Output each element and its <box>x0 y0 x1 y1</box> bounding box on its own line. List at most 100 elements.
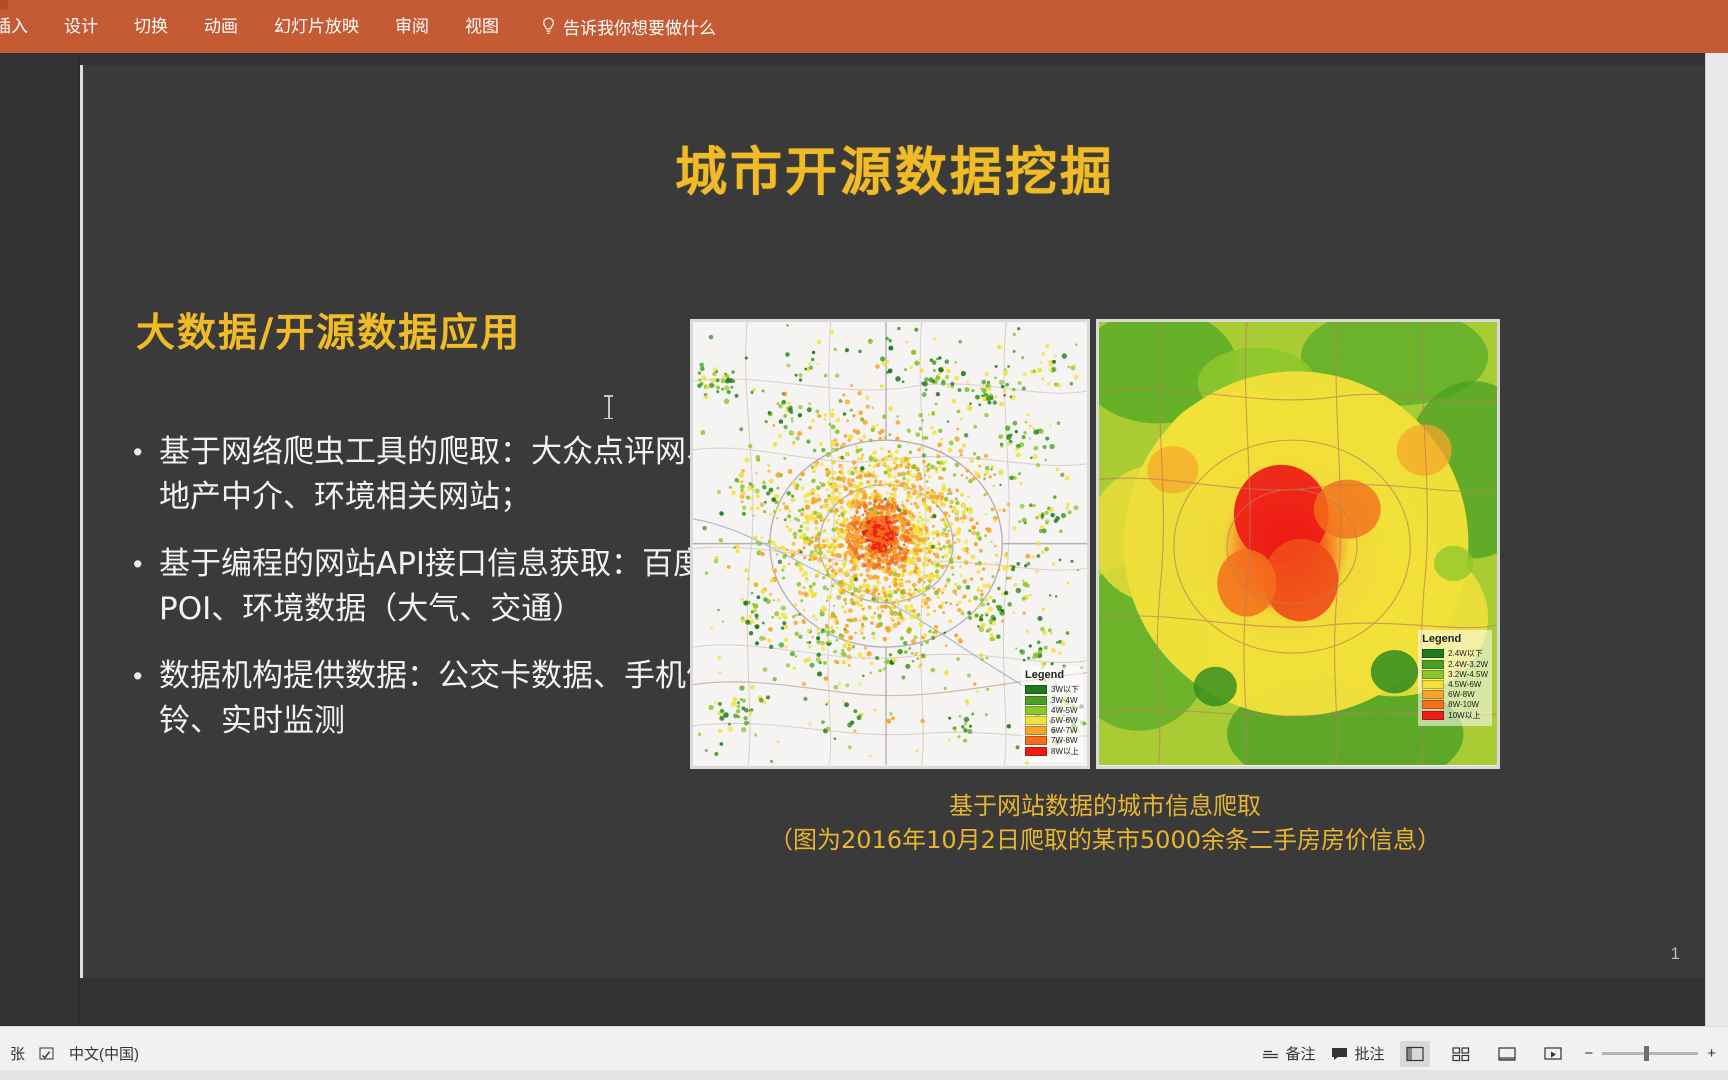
legend-row: 6W-7W <box>1025 726 1079 735</box>
bullet-item[interactable]: • 数据机构提供数据：公交卡数据、手机信铃、实时监测 <box>133 654 763 744</box>
legend-row: 10W以上 <box>1422 710 1488 721</box>
legend-swatch <box>1422 711 1445 720</box>
slide-title[interactable]: 城市开源数据挖掘 <box>83 130 1704 205</box>
bullet-marker-icon: • <box>133 437 143 467</box>
ribbon-tab-animations[interactable]: 动画 <box>186 0 256 53</box>
os-taskbar <box>0 1070 1728 1080</box>
legend-swatch <box>1025 747 1047 756</box>
vertical-scrollbar[interactable] <box>1705 53 1728 1026</box>
view-reading-button[interactable] <box>1492 1041 1522 1067</box>
slide-subtitle[interactable]: 大数据/开源数据应用 <box>136 302 521 358</box>
spellcheck-icon[interactable] <box>39 1046 55 1062</box>
view-normal-button[interactable] <box>1400 1040 1431 1067</box>
legend-swatch <box>1422 680 1445 689</box>
bullet-text: 数据机构提供数据：公交卡数据、手机信铃、实时监测 <box>159 658 717 739</box>
status-right-group: 备注 批注 − + <box>1262 1040 1728 1067</box>
ribbon-tab-list: 插入 设计 切换 动画 幻灯片放映 审阅 视图 <box>0 0 517 53</box>
bullet-item[interactable]: • 基于编程的网站API接口信息获取：百度POI、环境数据（大气、交通） <box>133 542 763 632</box>
legend-label: 4W-5W <box>1051 706 1078 715</box>
legend-label: 3W-4W <box>1051 696 1078 705</box>
legend-row: 3W-4W <box>1025 696 1079 705</box>
map-legend: Legend 2.4W以下 2.4W-3.2W 3.2W-4.5W 4.5W-6… <box>1418 630 1492 726</box>
legend-row: 7W-8W <box>1025 736 1079 745</box>
legend-label: 7W-8W <box>1051 736 1078 745</box>
zoom-in-button[interactable]: + <box>1707 1045 1716 1062</box>
slide-count-label: 张 <box>10 1046 26 1063</box>
legend-swatch <box>1025 696 1047 705</box>
bullet-marker-icon: • <box>133 661 143 691</box>
legend-row: 5W-6W <box>1025 716 1079 725</box>
lightbulb-icon <box>543 17 554 34</box>
bullet-marker-icon: • <box>133 549 143 579</box>
legend-swatch <box>1422 690 1445 699</box>
status-left-group: 张 中文(中国) <box>0 1043 139 1064</box>
legend-swatch <box>1025 706 1047 715</box>
tell-me-search[interactable]: 告诉我你想要做什么 <box>541 14 716 39</box>
legend-title: Legend <box>1422 633 1462 645</box>
ribbon-tab-design[interactable]: 设计 <box>46 0 116 53</box>
legend-label: 3W以下 <box>1051 685 1079 694</box>
legend-row: 6W-8W <box>1422 690 1488 699</box>
ribbon-bar: 插入 设计 切换 动画 幻灯片放映 审阅 视图 告诉我你想要做什么 <box>0 0 1728 53</box>
view-slideshow-button[interactable] <box>1538 1041 1568 1067</box>
legend-label: 3.2W-4.5W <box>1448 670 1488 679</box>
legend-swatch <box>1422 649 1445 658</box>
ribbon-corner-decoration <box>0 0 8 10</box>
slide-canvas[interactable]: 城市开源数据挖掘 大数据/开源数据应用 • 基于网络爬虫工具的爬取：大众点评网、… <box>80 65 1704 978</box>
legend-swatch <box>1025 716 1047 725</box>
legend-swatch <box>1025 726 1047 735</box>
normal-view-icon <box>1406 1046 1425 1061</box>
editing-workspace: 城市开源数据挖掘 大数据/开源数据应用 • 基于网络爬虫工具的爬取：大众点评网、… <box>0 53 1728 1026</box>
slideshow-icon <box>1544 1046 1563 1060</box>
map-figure-group[interactable]: Legend 3W以下 3W-4W 4W-5W 5W-6W 6W-7W 7W-8… <box>690 319 1506 769</box>
notes-label: 备注 <box>1285 1046 1316 1063</box>
legend-label: 4.5W-6W <box>1448 680 1482 689</box>
language-label[interactable]: 中文(中国) <box>69 1043 139 1064</box>
caption-line-1: 基于网站数据的城市信息爬取 <box>949 792 1261 820</box>
legend-swatch <box>1025 685 1047 694</box>
map-legend: Legend 3W以下 3W-4W 4W-5W 5W-6W 6W-7W 7W-8… <box>1021 666 1083 762</box>
point-scatter-map[interactable]: Legend 3W以下 3W-4W 4W-5W 5W-6W 6W-7W 7W-8… <box>690 319 1090 769</box>
comments-label: 批注 <box>1354 1046 1385 1063</box>
legend-title: Legend <box>1025 669 1065 681</box>
comment-icon <box>1332 1047 1348 1060</box>
caption-line-2: （图为2016年10月2日爬取的某市5000余条二手房房价信息） <box>769 826 1441 854</box>
legend-label: 8W以上 <box>1051 747 1079 756</box>
comments-button[interactable]: 批注 <box>1331 1043 1384 1064</box>
bullet-text: 基于编程的网站API接口信息获取：百度POI、环境数据（大气、交通） <box>159 546 705 627</box>
zoom-slider-handle[interactable] <box>1644 1046 1650 1061</box>
text-cursor-icon <box>604 395 613 419</box>
ribbon-tab-review[interactable]: 审阅 <box>377 0 447 53</box>
legend-label: 8W-10W <box>1448 700 1480 709</box>
zoom-control[interactable]: − + <box>1584 1045 1716 1062</box>
heatmap-interpolation-map[interactable]: Legend 2.4W以下 2.4W-3.2W 3.2W-4.5W 4.5W-6… <box>1096 319 1500 769</box>
reading-view-icon <box>1498 1046 1517 1061</box>
view-sorter-button[interactable] <box>1446 1041 1476 1067</box>
legend-row: 4.5W-6W <box>1422 680 1488 689</box>
figure-caption[interactable]: 基于网站数据的城市信息爬取 （图为2016年10月2日爬取的某市5000余条二手… <box>690 789 1520 857</box>
slide-thumbnail-pane[interactable] <box>0 53 80 1026</box>
zoom-out-button[interactable]: − <box>1584 1045 1593 1062</box>
legend-swatch <box>1422 660 1445 669</box>
legend-row: 2.4W-3.2W <box>1422 660 1488 669</box>
legend-row: 8W以上 <box>1025 746 1079 757</box>
legend-label: 6W-7W <box>1051 726 1078 735</box>
ribbon-tab-transitions[interactable]: 切换 <box>116 0 186 53</box>
legend-swatch <box>1422 700 1445 709</box>
ribbon-tab-slideshow[interactable]: 幻灯片放映 <box>256 0 377 53</box>
slide-number: 1 <box>1670 944 1680 963</box>
legend-row: 3W以下 <box>1025 684 1079 695</box>
slide-bullet-list[interactable]: • 基于网络爬虫工具的爬取：大众点评网、房地产中介、环境相关网站； • 基于编程… <box>133 430 763 766</box>
legend-label: 2.4W以下 <box>1448 649 1483 658</box>
tell-me-label: 告诉我你想要做什么 <box>563 19 716 38</box>
slide-sorter-icon <box>1452 1046 1470 1061</box>
legend-label: 6W-8W <box>1448 690 1475 699</box>
legend-row: 4W-5W <box>1025 706 1079 715</box>
zoom-slider[interactable] <box>1602 1046 1699 1061</box>
notes-button[interactable]: 备注 <box>1262 1043 1315 1064</box>
notes-icon <box>1263 1050 1279 1058</box>
legend-swatch <box>1422 670 1445 679</box>
legend-row: 2.4W以下 <box>1422 648 1488 659</box>
bullet-item[interactable]: • 基于网络爬虫工具的爬取：大众点评网、房地产中介、环境相关网站； <box>133 430 763 520</box>
ribbon-tab-view[interactable]: 视图 <box>447 0 517 53</box>
